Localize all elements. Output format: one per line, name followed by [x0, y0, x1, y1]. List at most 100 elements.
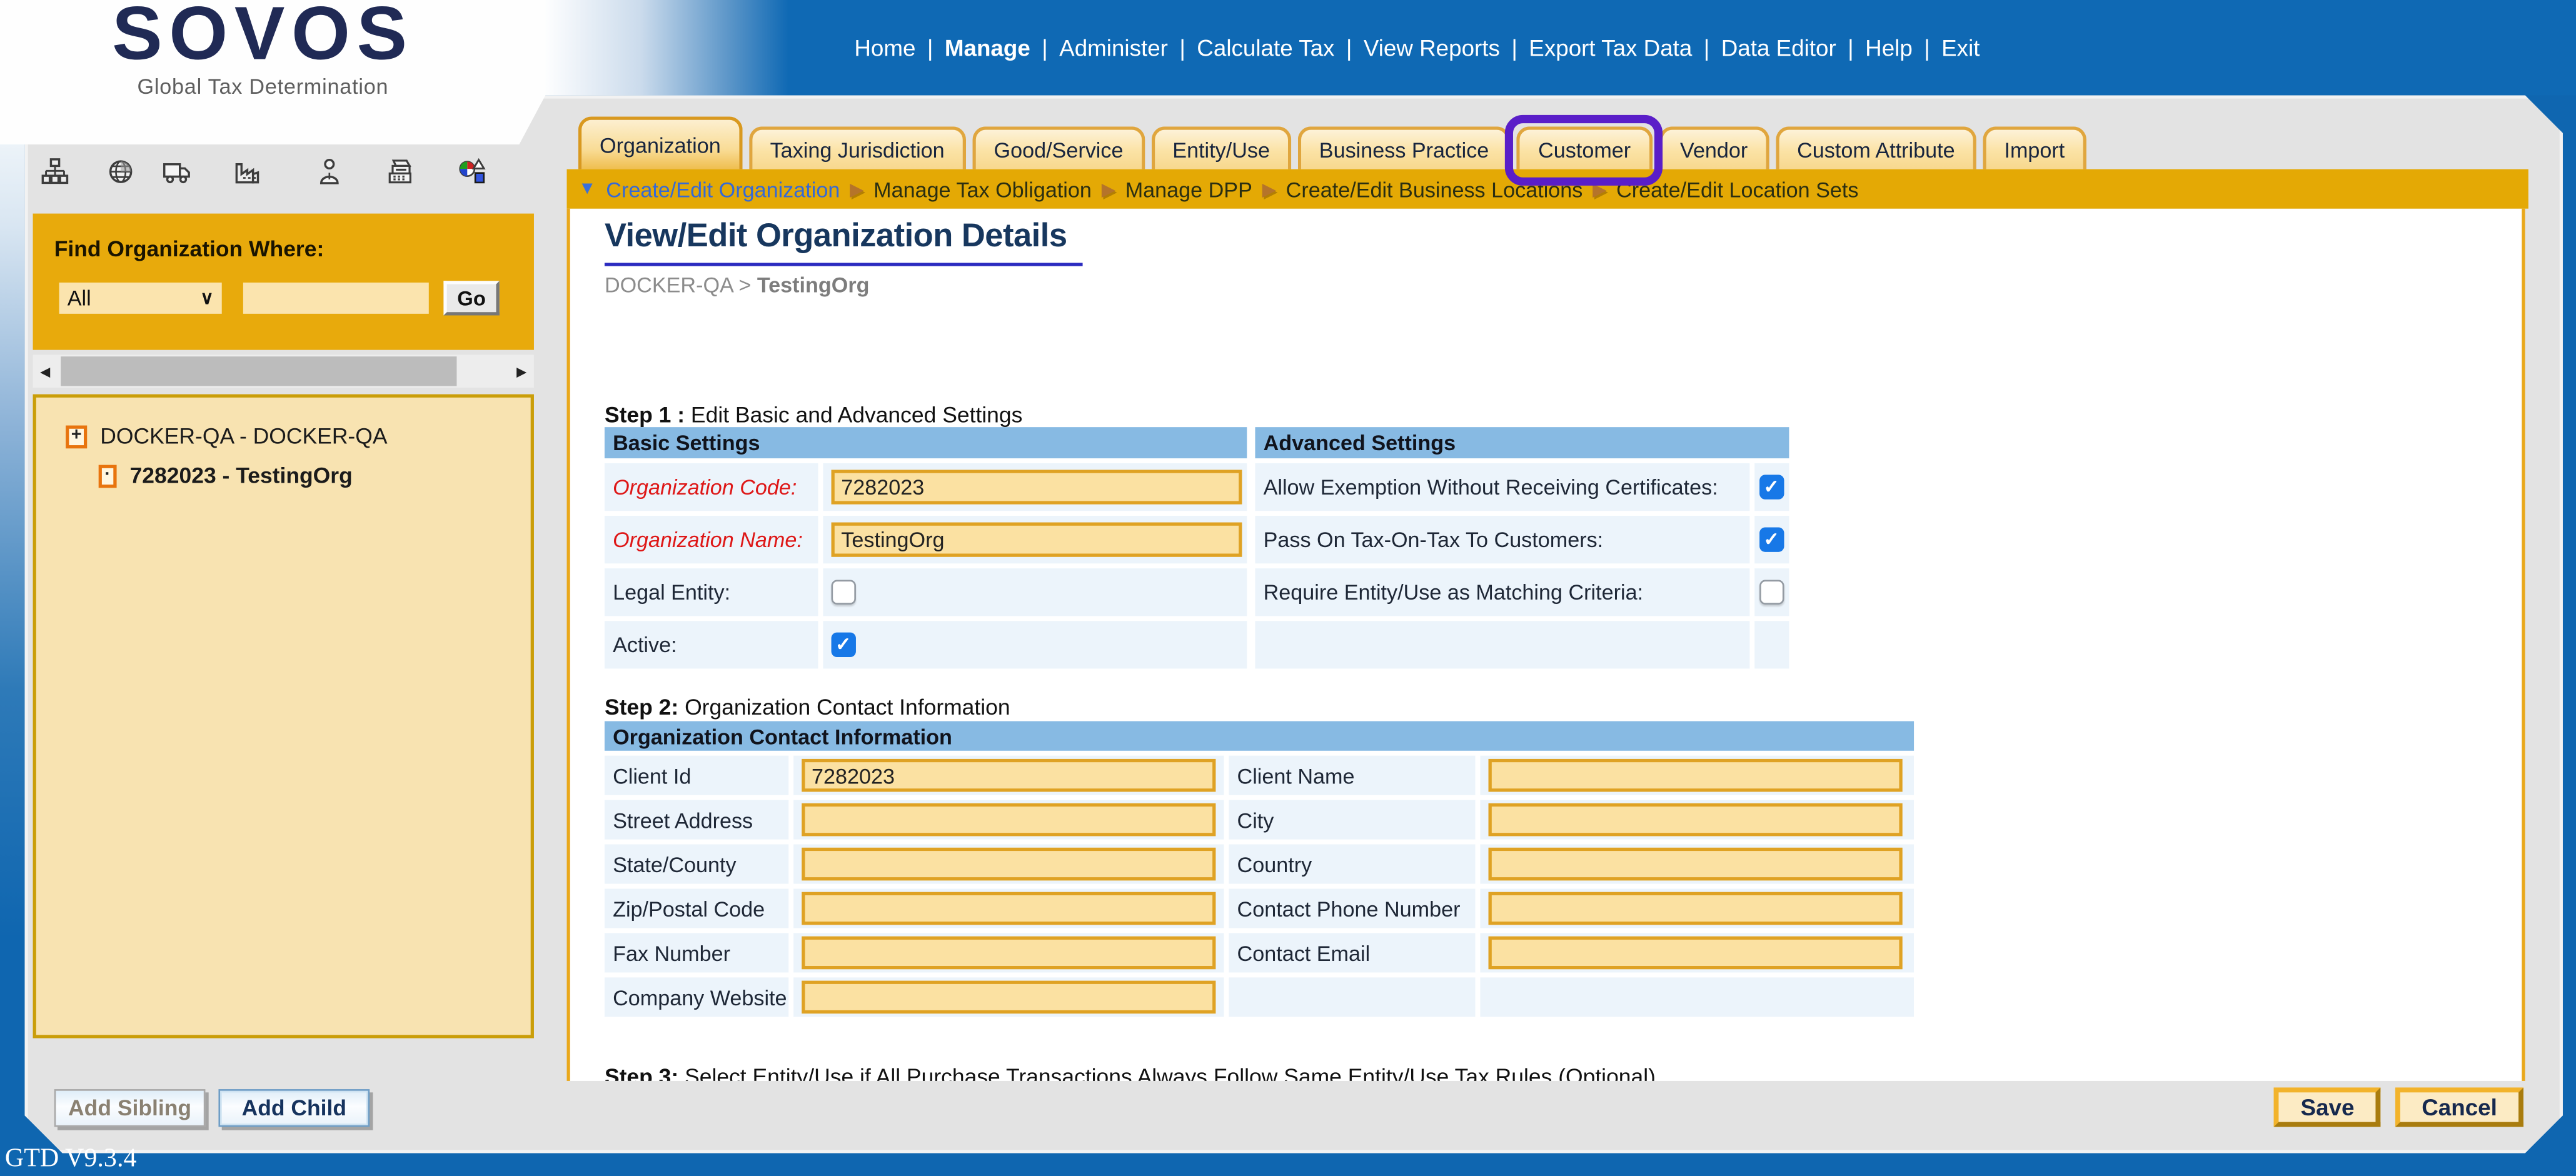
step3-clipped-heading: Step 3: Select Entity/Use if All Purchas…: [605, 1065, 1656, 1081]
organization-filter-select[interactable]: All ∨: [59, 283, 222, 314]
main-panel: Find Organization Where: All ∨ Go ◀ ▶ +D…: [24, 95, 2563, 1153]
contact-email: [1480, 933, 1914, 972]
nav-item-manage[interactable]: Manage: [945, 34, 1030, 61]
company-website-input[interactable]: [802, 981, 1215, 1014]
tab-custom-attribute[interactable]: Custom Attribute: [1776, 126, 1976, 169]
org-path-prefix: DOCKER-QA >: [605, 273, 757, 297]
tab-organization[interactable]: Organization: [578, 117, 742, 169]
sidebar-horizontal-scrollbar[interactable]: ◀ ▶: [33, 355, 534, 388]
nav-item-data-editor[interactable]: Data Editor: [1721, 34, 1836, 61]
scroll-left-icon[interactable]: ◀: [33, 355, 58, 388]
crumb-create-edit-organization[interactable]: Create/Edit Organization: [606, 176, 840, 201]
crumb-manage-dpp[interactable]: Manage DPP: [1125, 176, 1252, 201]
register-icon[interactable]: [386, 158, 414, 186]
client-name-input[interactable]: [1489, 759, 1903, 792]
nav-separator: |: [1511, 34, 1517, 61]
tab-business-practice[interactable]: Business Practice: [1298, 126, 1511, 169]
organization-path: DOCKER-QA > TestingOrg: [605, 273, 870, 297]
empty-checkbox-cell: [1754, 621, 1789, 668]
logo-tagline: Global Tax Determination: [0, 74, 526, 98]
cancel-button[interactable]: Cancel: [2395, 1087, 2523, 1127]
advanced-settings-table: Advanced SettingsAllow Exemption Without…: [1255, 427, 1789, 668]
nav-item-export-tax-data[interactable]: Export Tax Data: [1529, 34, 1692, 61]
contact-phone-number-input[interactable]: [1489, 892, 1903, 925]
factory-icon[interactable]: [233, 158, 261, 186]
step1-table: Basic SettingsOrganization Code:Organiza…: [605, 427, 1789, 668]
crumb-arrow-icon: ▶: [1262, 178, 1276, 199]
truck-icon[interactable]: [163, 158, 191, 186]
tab-good-service[interactable]: Good/Service: [972, 126, 1144, 169]
zip-postal-code-input[interactable]: [802, 892, 1215, 925]
leaf-icon[interactable]: ·: [99, 464, 117, 487]
nav-item-view-reports[interactable]: View Reports: [1364, 34, 1500, 61]
add-child-button[interactable]: Add Child: [218, 1089, 370, 1127]
page-title: View/Edit Organization Details: [605, 218, 1084, 266]
tab-customer[interactable]: Customer: [1517, 126, 1652, 169]
logo-block: SOVOS Global Tax Determination: [0, 0, 545, 144]
state-county-input[interactable]: [802, 848, 1215, 881]
add-sibling-button[interactable]: Add Sibling: [54, 1089, 206, 1127]
nav-item-home[interactable]: Home: [854, 34, 915, 61]
contact-email-input[interactable]: [1489, 937, 1903, 970]
sovos-logo: SOVOS: [0, 0, 526, 77]
crumb-arrow-icon: ▶: [850, 178, 863, 199]
scrollbar-thumb[interactable]: [61, 356, 456, 386]
pass-on-tax-on-tax-to-customers-checkbox[interactable]: [1759, 527, 1784, 551]
tab-entity-use[interactable]: Entity/Use: [1151, 126, 1291, 169]
tab-import[interactable]: Import: [1983, 126, 2086, 169]
crumb-create-edit-business-locations[interactable]: Create/Edit Business Locations: [1286, 176, 1583, 201]
triangle-down-icon: ▼: [578, 179, 596, 199]
nav-item-administer[interactable]: Administer: [1059, 34, 1168, 61]
basic-settings-table: Basic SettingsOrganization Code:Organiza…: [605, 427, 1247, 668]
pass-on-tax-on-tax-to-customers-label: Pass On Tax-On-Tax To Customers:: [1255, 516, 1749, 563]
nav-separator: |: [1179, 34, 1185, 61]
active-checkbox[interactable]: [832, 633, 856, 657]
form-actions: Save Cancel: [2275, 1087, 2523, 1127]
empty-cell: [1229, 977, 1475, 1017]
pass-on-tax-on-tax-to-customers-checkbox-cell: [1754, 516, 1789, 563]
nav-item-exit[interactable]: Exit: [1941, 34, 1980, 61]
org-path-current: TestingOrg: [757, 273, 870, 297]
tree-item[interactable]: ·7282023 - TestingOrg: [99, 463, 531, 488]
zip-postal-code: [793, 889, 1224, 928]
tab-vendor[interactable]: Vendor: [1659, 126, 1769, 169]
org-hierarchy-icon[interactable]: [41, 158, 69, 186]
go-button[interactable]: Go: [443, 281, 499, 315]
globe-icon[interactable]: [107, 158, 135, 186]
organization-search-input[interactable]: [243, 283, 429, 314]
contact-email-label: Contact Email: [1229, 933, 1475, 972]
city-input[interactable]: [1489, 803, 1903, 837]
client-name-label: Client Name: [1229, 756, 1475, 795]
organization-code-input[interactable]: [832, 470, 1242, 504]
fax-number-input[interactable]: [802, 937, 1215, 970]
nav-item-calculate-tax[interactable]: Calculate Tax: [1197, 34, 1334, 61]
scroll-right-icon[interactable]: ▶: [510, 355, 534, 388]
organization-code-label: Organization Code:: [605, 463, 818, 511]
require-entity-use-as-matching-criteria-label: Require Entity/Use as Matching Criteria:: [1255, 568, 1749, 616]
person-icon[interactable]: [315, 158, 343, 186]
custom-attribute-icon[interactable]: [458, 158, 486, 186]
client-name: [1480, 756, 1914, 795]
sidebar-icon-toolbar: [24, 154, 566, 194]
legal-entity-label: Legal Entity:: [605, 568, 818, 616]
client-id-input[interactable]: [802, 759, 1215, 792]
nav-separator: |: [1924, 34, 1930, 61]
organization-name-input[interactable]: [832, 523, 1242, 557]
crumb-manage-tax-obligation[interactable]: Manage Tax Obligation: [873, 176, 1092, 201]
street-address: [793, 800, 1224, 840]
street-address-input[interactable]: [802, 803, 1215, 837]
nav-item-help[interactable]: Help: [1865, 34, 1913, 61]
require-entity-use-as-matching-criteria-checkbox[interactable]: [1759, 580, 1784, 605]
tree-item[interactable]: +DOCKER-QA - DOCKER-QA: [66, 424, 531, 448]
allow-exemption-without-receiving-certificates-checkbox[interactable]: [1759, 475, 1784, 499]
crumb-create-edit-location-sets[interactable]: Create/Edit Location Sets: [1616, 176, 1858, 201]
contact-information-table: Organization Contact InformationClient I…: [605, 721, 1914, 1017]
legal-entity-checkbox[interactable]: [832, 580, 856, 605]
country-input[interactable]: [1489, 848, 1903, 881]
save-button[interactable]: Save: [2275, 1087, 2381, 1127]
expand-icon[interactable]: +: [66, 425, 87, 448]
empty-label: [1255, 621, 1749, 668]
legal-entity: [823, 568, 1247, 616]
country: [1480, 845, 1914, 884]
tab-taxing-jurisdiction[interactable]: Taxing Jurisdiction: [748, 126, 965, 169]
